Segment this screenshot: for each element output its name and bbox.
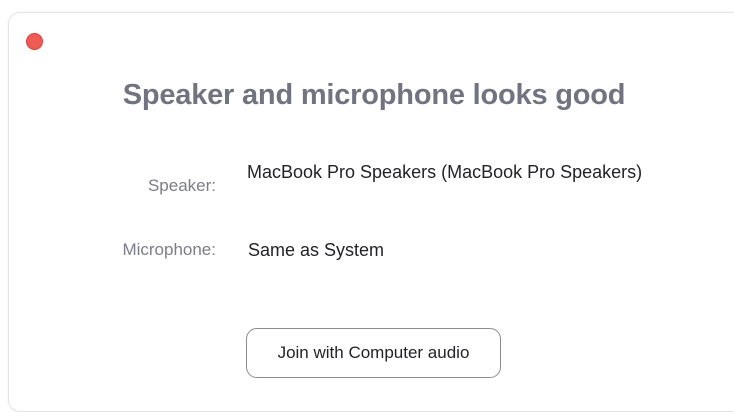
microphone-label: Microphone: — [122, 240, 216, 259]
join-with-computer-audio-button[interactable]: Join with Computer audio — [246, 328, 501, 378]
close-window-button[interactable] — [26, 33, 43, 50]
dialog-title: Speaker and microphone looks good — [122, 79, 626, 111]
microphone-device-name: Same as System — [248, 240, 385, 260]
speaker-label: Speaker: — [147, 176, 216, 195]
speaker-device-name: MacBook Pro Speakers (MacBook Pro Speake… — [247, 162, 643, 182]
